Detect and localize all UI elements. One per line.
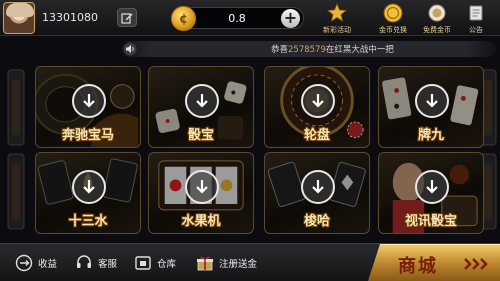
edge-bars-icon: [7, 69, 25, 230]
download-icon: [426, 94, 438, 108]
edit-profile-button[interactable]: [117, 8, 137, 27]
customer-service-icon: [77, 255, 91, 268]
star-crown-icon: [326, 3, 348, 22]
nav-label: 金币兑换: [379, 26, 407, 34]
game-label: 牌九: [417, 128, 444, 143]
game-label: 视讯骰宝: [404, 214, 457, 229]
nav-free-coin[interactable]: 免费金币: [417, 2, 457, 35]
ticker-message: 恭喜2578579在红黑大战中一把: [271, 43, 394, 55]
avatar[interactable]: [3, 2, 35, 34]
nav-label: 免费金币: [423, 26, 451, 34]
download-button[interactable]: [415, 170, 449, 204]
game-label: 轮盘: [303, 128, 330, 143]
speaker-icon: [123, 42, 137, 56]
warehouse-icon: [135, 256, 151, 270]
add-coin-button[interactable]: +: [281, 9, 300, 28]
download-button[interactable]: [301, 84, 335, 118]
gift-icon: [197, 256, 213, 271]
game-label: 骰宝: [187, 128, 214, 143]
coin-balance: ¢ 0.8 +: [171, 6, 304, 31]
download-icon: [196, 180, 208, 194]
footer-label: 仓库: [157, 259, 177, 270]
game-card[interactable]: 梭哈: [264, 152, 370, 234]
ticker-suffix: 中一把: [368, 45, 394, 55]
download-button[interactable]: [415, 84, 449, 118]
download-button[interactable]: [185, 84, 219, 118]
game-card[interactable]: 牌九: [378, 66, 484, 148]
game-label: 奔驰宝马: [61, 128, 114, 143]
game-card[interactable]: 视讯骰宝: [378, 152, 484, 234]
ticker-user: 2578579: [288, 45, 326, 55]
download-button[interactable]: [72, 84, 106, 118]
download-button[interactable]: [301, 170, 335, 204]
game-card[interactable]: 十三水: [35, 152, 141, 234]
game-label: 水果机: [181, 214, 221, 229]
game-label: 十三水: [68, 214, 108, 229]
nav-label: 新彩活动: [323, 26, 351, 34]
footer-label: 注册送金: [219, 259, 258, 270]
free-coin-icon: [428, 4, 446, 22]
top-bar: 13301080 ¢ 0.8 + 新彩活动 金币兑换 免费金币 公告: [0, 0, 500, 36]
download-icon: [426, 180, 438, 194]
edit-icon: [121, 12, 133, 24]
nav-new-event[interactable]: 新彩活动: [317, 2, 357, 35]
game-card[interactable]: 轮盘: [264, 66, 370, 148]
download-icon: [312, 180, 324, 194]
user-id: 13301080: [42, 11, 98, 24]
footer-label: 收益: [38, 259, 58, 270]
footer-customer-service[interactable]: 客服: [74, 253, 117, 273]
footer-earnings[interactable]: 收益: [14, 253, 57, 273]
shop-label: 商城: [398, 256, 438, 277]
nav-announcement[interactable]: 公告: [456, 2, 496, 35]
footer-warehouse[interactable]: 仓库: [133, 253, 176, 273]
chevrons-right-icon: [464, 258, 488, 270]
game-card[interactable]: 奔驰宝马: [35, 66, 141, 148]
gold-coin-exchange-icon: [383, 3, 403, 23]
broadcast-ticker: 恭喜2578579在红黑大战中一把: [121, 41, 496, 57]
game-card[interactable]: 骰宝: [148, 66, 254, 148]
download-icon: [196, 94, 208, 108]
nav-coin-exchange[interactable]: 金币兑换: [373, 2, 413, 35]
announcement-icon: [469, 5, 483, 21]
footer-register-bonus[interactable]: 注册送金: [195, 253, 257, 273]
nav-label: 公告: [469, 26, 483, 34]
download-icon: [83, 94, 95, 108]
download-button[interactable]: [185, 170, 219, 204]
footer-label: 客服: [98, 259, 118, 270]
shop-button[interactable]: 商城: [368, 244, 500, 281]
earnings-icon: [15, 254, 33, 272]
download-button[interactable]: [72, 170, 106, 204]
game-label: 梭哈: [303, 214, 330, 229]
ticker-game: 红黑大战: [334, 45, 369, 55]
scroll-left-hint[interactable]: [6, 66, 26, 236]
ticker-prefix: 恭喜: [271, 45, 289, 55]
download-icon: [83, 180, 95, 194]
download-icon: [312, 94, 324, 108]
game-card[interactable]: 水果机: [148, 152, 254, 234]
